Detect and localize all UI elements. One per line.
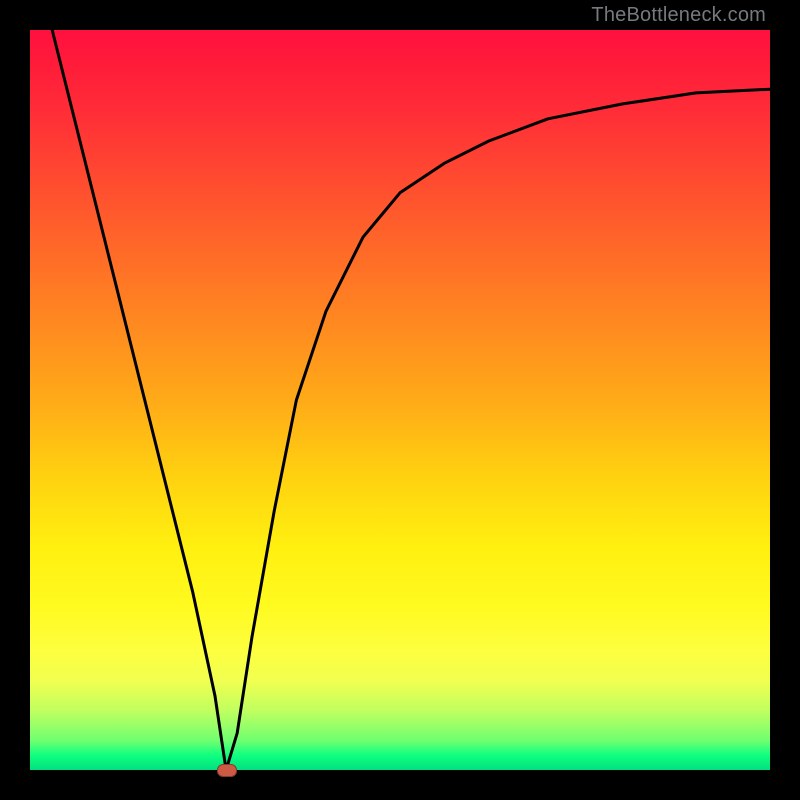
chart-plot-area (30, 30, 770, 770)
bottleneck-curve (30, 30, 770, 770)
optimal-point-marker (217, 764, 237, 777)
chart-frame: TheBottleneck.com (0, 0, 800, 800)
watermark-text: TheBottleneck.com (591, 4, 766, 27)
